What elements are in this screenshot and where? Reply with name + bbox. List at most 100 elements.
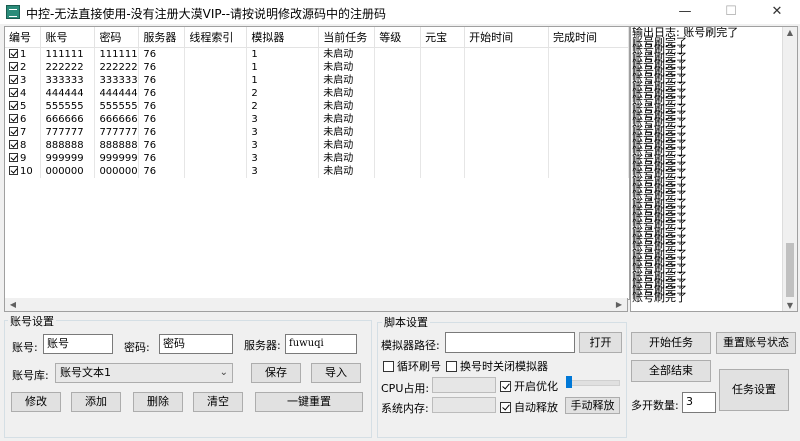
table-row[interactable]: 4 444444 444444 76 2 未启动 — [5, 87, 629, 100]
row-checkbox-icon[interactable] — [9, 140, 18, 149]
log-vertical-scrollbar[interactable]: ▲ ▼ — [782, 27, 797, 311]
account-grid[interactable]: 编号 账号 密码 服务器 线程索引 模拟器 当前任务 等级 元宝 开始时间 完成时间 1 111111… — [4, 26, 630, 300]
row-checkbox-icon[interactable] — [9, 153, 18, 162]
add-button[interactable]: 添加 — [71, 392, 121, 412]
delete-button[interactable]: 删除 — [133, 392, 183, 412]
cell-password: 555555 — [94, 100, 140, 113]
server-input[interactable]: fuwuqi — [285, 334, 357, 354]
output-log[interactable]: 输出日志: 账号刷完了 账号刷完了 账号刷完了 账号刷完了 账号刷完了 账号刷完了 账号刷… — [630, 26, 798, 312]
grid-header-row: 编号 账号 密码 服务器 线程索引 模拟器 当前任务 等级 元宝 开始时间 完成时间 — [5, 27, 629, 48]
close-button[interactable]: ✕ — [754, 0, 800, 24]
table-row[interactable]: 10 000000 000000 76 3 未启动 — [5, 165, 629, 178]
row-number-cell[interactable]: 10 — [5, 165, 42, 178]
column-header[interactable]: 模拟器 — [246, 27, 320, 48]
account-library-select[interactable]: 账号文本1 ⌄ — [55, 363, 233, 383]
table-row[interactable]: 3 333333 333333 76 1 未启动 — [5, 74, 629, 87]
slider-track[interactable] — [566, 380, 620, 386]
scroll-down-icon[interactable]: ▼ — [783, 301, 797, 310]
maximize-button[interactable]: ☐ — [708, 0, 754, 24]
row-checkbox-icon[interactable] — [9, 88, 18, 97]
table-row[interactable]: 2 222222 222222 76 1 未启动 — [5, 61, 629, 74]
column-header[interactable]: 开始时间 — [464, 27, 549, 48]
account-library-label: 账号库: — [12, 369, 49, 382]
emulator-path-input[interactable] — [445, 332, 575, 353]
column-header[interactable]: 账号 — [40, 27, 96, 48]
column-header[interactable]: 当前任务 — [318, 27, 376, 48]
cell-account: 666666 — [40, 113, 96, 126]
start-task-button[interactable]: 开始任务 — [631, 332, 711, 354]
import-button[interactable]: 导入 — [311, 363, 361, 383]
table-row[interactable]: 1 111111 111111 76 1 未启动 — [5, 47, 629, 61]
modify-button[interactable]: 修改 — [11, 392, 61, 412]
scroll-up-icon[interactable]: ▲ — [783, 28, 797, 37]
row-number-cell[interactable]: 6 — [5, 113, 42, 126]
table-row[interactable]: 9 999999 999999 76 3 未启动 — [5, 152, 629, 165]
scroll-left-icon[interactable]: ◀ — [6, 299, 20, 311]
password-input[interactable]: 密码 — [159, 334, 233, 354]
column-header[interactable]: 服务器 — [138, 27, 186, 48]
optimize-slider[interactable] — [566, 376, 620, 388]
cell-server: 76 — [138, 113, 186, 126]
checkbox-checked-icon[interactable] — [500, 402, 511, 413]
row-number-cell[interactable]: 4 — [5, 87, 42, 100]
scroll-right-icon[interactable]: ▶ — [612, 299, 626, 311]
empty-cell — [374, 113, 422, 126]
password-label: 密码: — [124, 341, 150, 354]
slider-handle[interactable] — [566, 376, 572, 388]
end-all-button[interactable]: 全部结束 — [631, 360, 711, 382]
checkbox-icon[interactable] — [446, 361, 457, 372]
emulator-path-label: 模拟器路径: — [381, 339, 440, 352]
empty-cell — [548, 61, 629, 74]
row-checkbox-icon[interactable] — [9, 127, 18, 136]
row-number-cell[interactable]: 5 — [5, 100, 42, 113]
checkbox-icon[interactable] — [383, 361, 394, 372]
row-checkbox-icon[interactable] — [9, 166, 18, 175]
reset-all-button[interactable]: 一键重置 — [255, 392, 363, 412]
optimize-checkbox[interactable]: 开启优化 — [500, 378, 558, 394]
loop-account-checkbox[interactable]: 循环刷号 — [383, 358, 441, 374]
clear-button[interactable]: 清空 — [193, 392, 243, 412]
row-checkbox-icon[interactable] — [9, 75, 18, 84]
row-number-cell[interactable]: 2 — [5, 61, 42, 74]
row-number-cell[interactable]: 9 — [5, 152, 42, 165]
auto-release-checkbox[interactable]: 自动释放 — [500, 399, 558, 415]
row-checkbox-icon[interactable] — [9, 114, 18, 123]
column-header[interactable]: 密码 — [94, 27, 140, 48]
table-row[interactable]: 7 777777 777777 76 3 未启动 — [5, 126, 629, 139]
account-input[interactable]: 账号 — [43, 334, 113, 354]
close-emulator-checkbox[interactable]: 换号时关闭模拟器 — [446, 358, 548, 374]
row-number-cell[interactable]: 7 — [5, 126, 42, 139]
checkbox-checked-icon[interactable] — [500, 381, 511, 392]
cell-server: 76 — [138, 47, 186, 61]
empty-cell — [374, 165, 422, 178]
task-settings-button[interactable]: 任务设置 — [719, 369, 789, 411]
row-number-cell[interactable]: 3 — [5, 74, 42, 87]
table-row[interactable]: 5 555555 555555 76 2 未启动 — [5, 100, 629, 113]
row-checkbox-icon[interactable] — [9, 49, 18, 58]
save-button[interactable]: 保存 — [251, 363, 301, 383]
grid-horizontal-scrollbar[interactable]: ◀ ▶ — [4, 298, 628, 312]
empty-cell — [548, 47, 629, 61]
multi-count-input[interactable]: 3 — [682, 392, 716, 413]
column-header[interactable]: 完成时间 — [548, 27, 629, 48]
row-number-cell[interactable]: 8 — [5, 139, 42, 152]
table-row[interactable]: 6 666666 666666 76 3 未启动 — [5, 113, 629, 126]
manual-release-button[interactable]: 手动释放 — [565, 397, 620, 414]
column-header[interactable]: 等级 — [374, 27, 422, 48]
empty-cell — [420, 87, 466, 100]
column-header[interactable]: 线程索引 — [184, 27, 248, 48]
scrollbar-thumb[interactable] — [786, 243, 794, 297]
row-number-cell[interactable]: 1 — [5, 47, 42, 61]
cell-thread — [184, 74, 248, 87]
minimize-button[interactable]: — — [662, 0, 708, 24]
reset-account-status-button[interactable]: 重置账号状态 — [716, 332, 796, 354]
column-header[interactable]: 编号 — [5, 27, 42, 48]
row-checkbox-icon[interactable] — [9, 101, 18, 110]
cell-thread — [184, 47, 248, 61]
row-checkbox-icon[interactable] — [9, 62, 18, 71]
column-header[interactable]: 元宝 — [420, 27, 466, 48]
cell-task: 未启动 — [318, 61, 376, 74]
table-row[interactable]: 8 888888 888888 76 3 未启动 — [5, 139, 629, 152]
cell-server: 76 — [138, 100, 186, 113]
open-button[interactable]: 打开 — [579, 332, 622, 353]
